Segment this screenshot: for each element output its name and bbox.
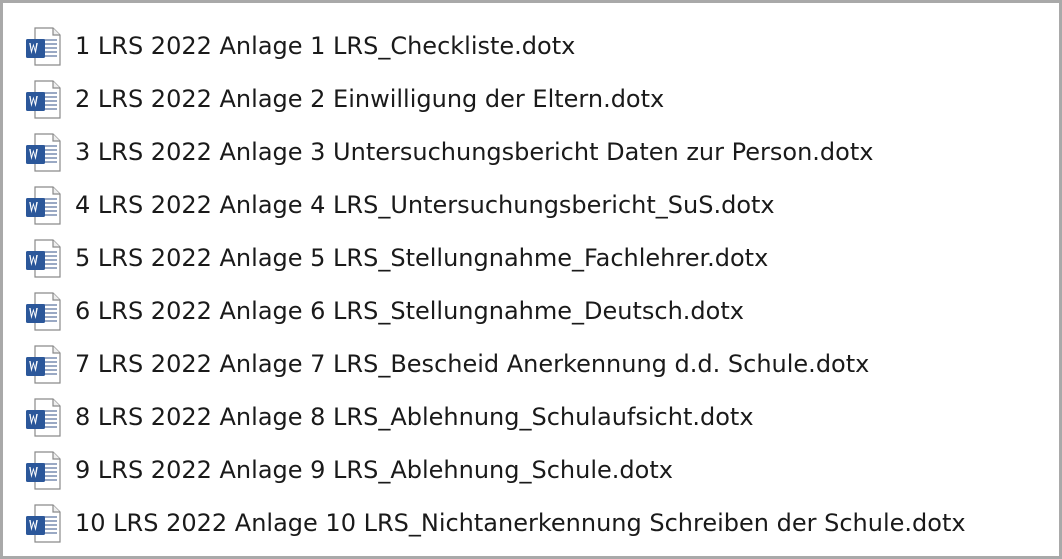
word-template-icon — [24, 186, 62, 226]
word-template-icon — [24, 239, 62, 279]
file-item-2[interactable]: 2 LRS 2022 Anlage 2 Einwilligung der Elt… — [3, 75, 1059, 128]
file-name: 6 LRS 2022 Anlage 6 LRS_Stellungnahme_De… — [75, 297, 744, 325]
file-name: 10 LRS 2022 Anlage 10 LRS_Nichtanerkennu… — [75, 509, 966, 537]
word-template-icon — [24, 27, 62, 67]
word-template-icon — [24, 345, 62, 385]
word-template-icon — [24, 133, 62, 173]
file-name: 3 LRS 2022 Anlage 3 Untersuchungsbericht… — [75, 138, 874, 166]
file-name: 5 LRS 2022 Anlage 5 LRS_Stellungnahme_Fa… — [75, 244, 769, 272]
file-item-4[interactable]: 4 LRS 2022 Anlage 4 LRS_Untersuchungsber… — [3, 181, 1059, 234]
file-name: 7 LRS 2022 Anlage 7 LRS_Bescheid Anerken… — [75, 350, 870, 378]
word-template-icon — [24, 292, 62, 332]
file-name: 8 LRS 2022 Anlage 8 LRS_Ablehnung_Schula… — [75, 403, 754, 431]
file-item-1[interactable]: 1 LRS 2022 Anlage 1 LRS_Checkliste.dotx — [3, 22, 1059, 75]
file-name: 4 LRS 2022 Anlage 4 LRS_Untersuchungsber… — [75, 191, 775, 219]
file-list: 1 LRS 2022 Anlage 1 LRS_Checkliste.dotx … — [3, 22, 1059, 552]
file-list-window: 1 LRS 2022 Anlage 1 LRS_Checkliste.dotx … — [0, 0, 1062, 559]
file-name: 1 LRS 2022 Anlage 1 LRS_Checkliste.dotx — [75, 32, 576, 60]
file-name: 9 LRS 2022 Anlage 9 LRS_Ablehnung_Schule… — [75, 456, 673, 484]
file-item-10[interactable]: 10 LRS 2022 Anlage 10 LRS_Nichtanerkennu… — [3, 499, 1059, 552]
file-item-3[interactable]: 3 LRS 2022 Anlage 3 Untersuchungsbericht… — [3, 128, 1059, 181]
file-item-9[interactable]: 9 LRS 2022 Anlage 9 LRS_Ablehnung_Schule… — [3, 446, 1059, 499]
file-item-6[interactable]: 6 LRS 2022 Anlage 6 LRS_Stellungnahme_De… — [3, 287, 1059, 340]
word-template-icon — [24, 80, 62, 120]
file-item-5[interactable]: 5 LRS 2022 Anlage 5 LRS_Stellungnahme_Fa… — [3, 234, 1059, 287]
word-template-icon — [24, 504, 62, 544]
file-item-7[interactable]: 7 LRS 2022 Anlage 7 LRS_Bescheid Anerken… — [3, 340, 1059, 393]
word-template-icon — [24, 451, 62, 491]
word-template-icon — [24, 398, 62, 438]
file-item-8[interactable]: 8 LRS 2022 Anlage 8 LRS_Ablehnung_Schula… — [3, 393, 1059, 446]
file-name: 2 LRS 2022 Anlage 2 Einwilligung der Elt… — [75, 85, 665, 113]
